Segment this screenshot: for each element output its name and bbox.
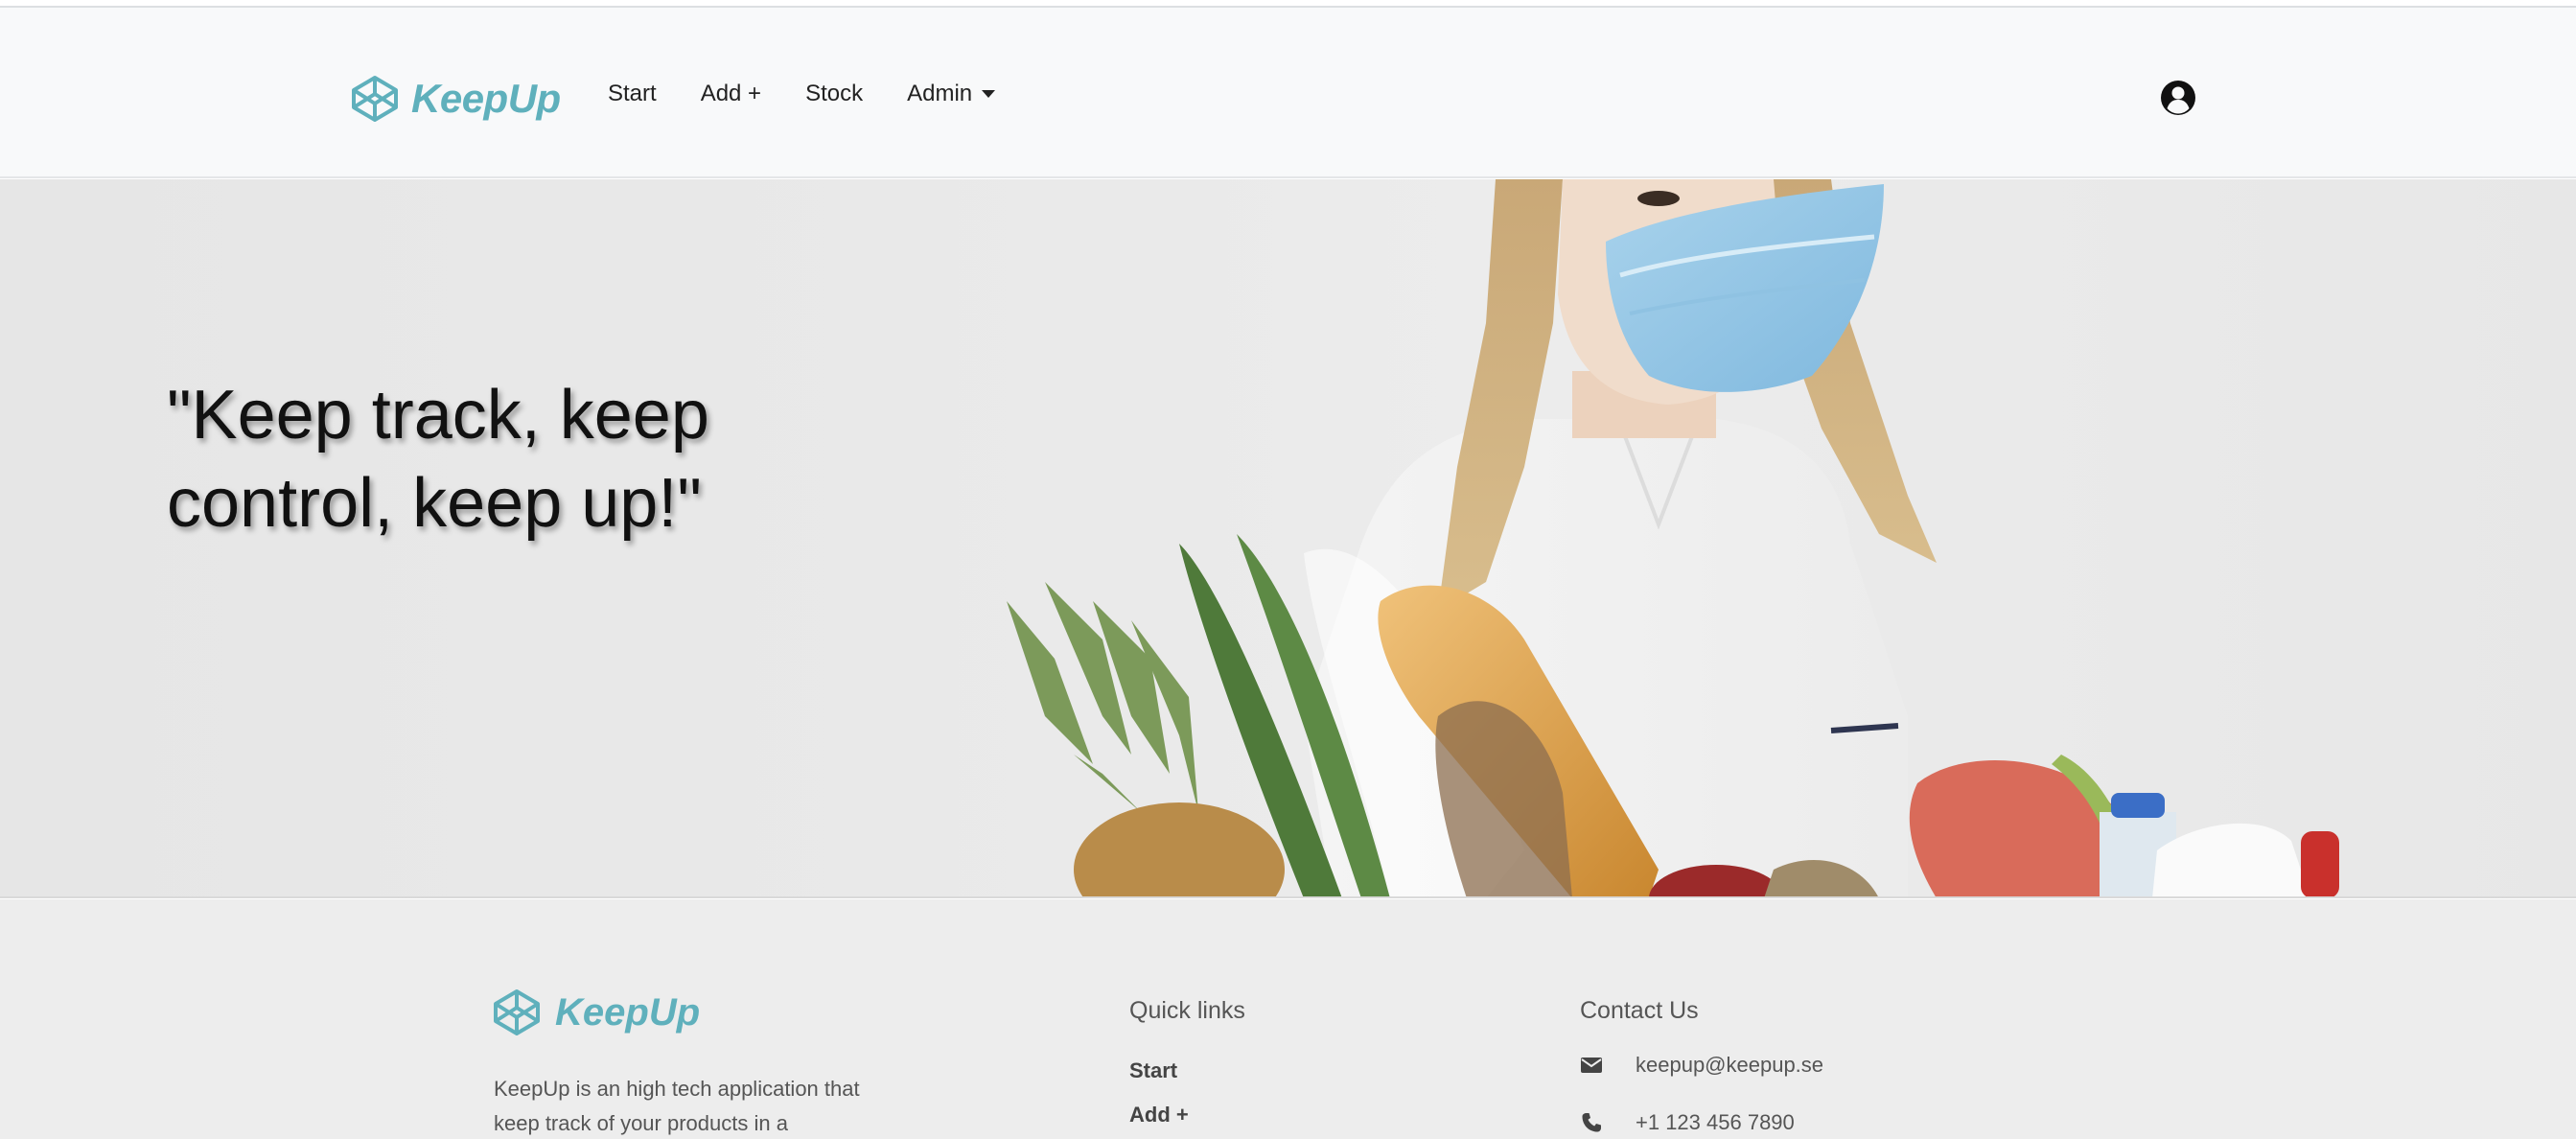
caret-down-icon <box>982 90 996 98</box>
contact-email[interactable]: keepup@keepup.se <box>1636 1053 1823 1078</box>
user-circle-icon[interactable] <box>2160 80 2196 116</box>
nav-links: Start Add + Stock Admin <box>608 81 1039 107</box>
hero-quote: "Keep track, keep control, keep up!" <box>167 377 709 542</box>
footer: KeepUp KeepUp is an high tech applicatio… <box>0 899 2576 1139</box>
nav-dropdown-admin-label: Admin <box>907 81 973 106</box>
hero-photo-woman-with-groceries <box>1007 179 2339 896</box>
envelope-icon <box>1581 1058 1602 1073</box>
contact-heading: Contact Us <box>1580 997 1699 1024</box>
footer-link-start[interactable]: Start <box>1129 1058 1177 1083</box>
footer-description: KeepUp is an high tech application that … <box>494 1077 860 1135</box>
top-border <box>0 0 2576 8</box>
nav-link-add[interactable]: Add + <box>701 81 761 107</box>
navbar: KeepUp Start Add + Stock Admin <box>0 8 2576 178</box>
hero-banner: "Keep track, keep control, keep up!" <box>0 179 2576 898</box>
nav-link-stock[interactable]: Stock <box>805 81 863 107</box>
nav-dropdown-admin[interactable]: Admin <box>907 81 996 107</box>
quick-links-heading: Quick links <box>1129 997 1245 1024</box>
footer-brand: KeepUp <box>492 988 700 1037</box>
contact-phone[interactable]: +1 123 456 7890 <box>1636 1110 1795 1135</box>
brand-name: KeepUp <box>411 76 561 121</box>
contact-email-row: keepup@keepup.se <box>1580 1053 1823 1078</box>
footer-brand-name: KeepUp <box>555 990 701 1034</box>
phone-icon <box>1582 1113 1601 1132</box>
codepen-cube-icon <box>494 989 540 1035</box>
footer-link-add[interactable]: Add + <box>1129 1103 1189 1127</box>
nav-link-start[interactable]: Start <box>608 81 657 107</box>
contact-phone-row: +1 123 456 7890 <box>1580 1110 1795 1135</box>
brand-logo-link[interactable]: KeepUp <box>350 65 561 132</box>
codepen-cube-icon <box>352 76 398 122</box>
